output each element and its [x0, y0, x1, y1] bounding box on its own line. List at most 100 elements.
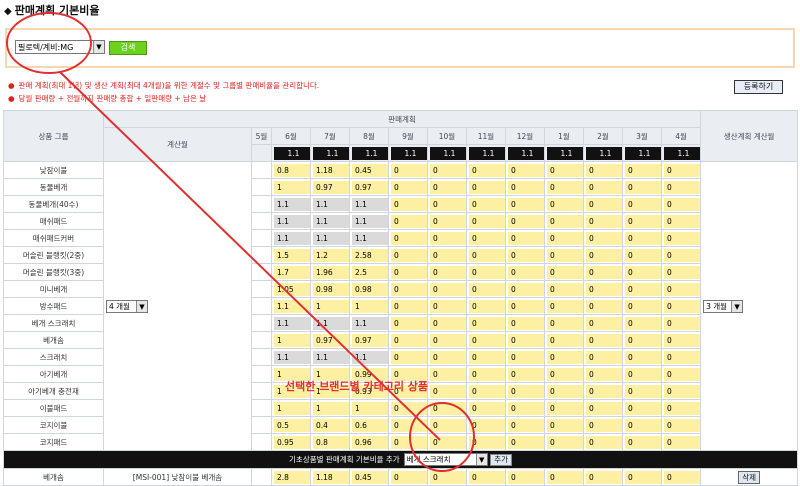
- ratio-input[interactable]: 0: [586, 197, 622, 211]
- ratio-input[interactable]: 1: [352, 299, 388, 313]
- ratio-input[interactable]: 1.1: [352, 197, 388, 211]
- ratio-input[interactable]: 1.1: [508, 146, 544, 160]
- ratio-input[interactable]: 0: [625, 214, 661, 228]
- ratio-input[interactable]: 0: [586, 367, 622, 381]
- ratio-input[interactable]: 0: [430, 163, 466, 177]
- ratio-input[interactable]: 0: [547, 248, 583, 262]
- ratio-input[interactable]: 0: [586, 214, 622, 228]
- ratio-input[interactable]: 1: [274, 180, 310, 194]
- register-button[interactable]: 등록하기: [734, 80, 783, 94]
- ratio-input[interactable]: 0: [469, 180, 505, 194]
- ratio-input[interactable]: 1.1: [274, 146, 310, 160]
- ratio-input[interactable]: 0: [664, 231, 700, 245]
- ratio-input[interactable]: 0: [430, 248, 466, 262]
- ratio-input[interactable]: 0: [625, 282, 661, 296]
- ratio-input[interactable]: 0: [625, 180, 661, 194]
- ratio-input[interactable]: 1.1: [469, 146, 505, 160]
- ratio-input[interactable]: 1: [274, 401, 310, 415]
- ratio-input[interactable]: 1.1: [274, 231, 310, 245]
- ratio-input[interactable]: 0: [508, 231, 544, 245]
- ratio-input[interactable]: 0: [586, 265, 622, 279]
- ratio-input[interactable]: 0: [430, 435, 466, 449]
- ratio-input[interactable]: 1.1: [313, 197, 349, 211]
- ratio-input[interactable]: 0: [508, 299, 544, 313]
- ratio-input[interactable]: 0: [508, 248, 544, 262]
- ratio-input[interactable]: 0: [625, 265, 661, 279]
- ratio-input[interactable]: 0: [586, 418, 622, 432]
- ratio-input[interactable]: 0.95: [274, 435, 310, 449]
- ratio-input[interactable]: 0: [664, 197, 700, 211]
- ratio-input[interactable]: 0.45: [352, 470, 388, 484]
- ratio-input[interactable]: 0: [547, 435, 583, 449]
- ratio-input[interactable]: 1.1: [352, 350, 388, 364]
- ratio-input[interactable]: 0: [430, 265, 466, 279]
- ratio-input[interactable]: 0: [469, 418, 505, 432]
- calc-month-select[interactable]: 4 개월 ▼: [106, 299, 148, 313]
- ratio-input[interactable]: 0.98: [352, 282, 388, 296]
- ratio-input[interactable]: 1.1: [313, 214, 349, 228]
- ratio-input[interactable]: 1.1: [352, 231, 388, 245]
- ratio-input[interactable]: 0: [391, 265, 427, 279]
- ratio-input[interactable]: 0: [391, 163, 427, 177]
- ratio-input[interactable]: 1: [274, 333, 310, 347]
- ratio-input[interactable]: 1.1: [352, 214, 388, 228]
- ratio-input[interactable]: 0: [547, 299, 583, 313]
- ratio-input[interactable]: 0: [664, 214, 700, 228]
- ratio-input[interactable]: 0: [508, 470, 544, 484]
- ratio-input[interactable]: 0: [391, 231, 427, 245]
- ratio-input[interactable]: 0: [508, 214, 544, 228]
- ratio-input[interactable]: 0: [664, 163, 700, 177]
- ratio-input[interactable]: 0: [391, 299, 427, 313]
- ratio-input[interactable]: 0: [586, 163, 622, 177]
- ratio-input[interactable]: 1.1: [586, 146, 622, 160]
- ratio-input[interactable]: 0: [547, 384, 583, 398]
- ratio-input[interactable]: 2.8: [274, 470, 310, 484]
- ratio-input[interactable]: 0: [469, 231, 505, 245]
- ratio-input[interactable]: 0: [469, 299, 505, 313]
- ratio-input[interactable]: 0: [586, 282, 622, 296]
- ratio-input[interactable]: 0: [391, 316, 427, 330]
- ratio-input[interactable]: 0: [430, 367, 466, 381]
- ratio-input[interactable]: 0: [586, 180, 622, 194]
- ratio-input[interactable]: 0: [469, 163, 505, 177]
- brand-select[interactable]: 필로텍/계비:MG ▼: [15, 40, 105, 54]
- ratio-input[interactable]: 1.05: [274, 282, 310, 296]
- ratio-input[interactable]: 0: [586, 401, 622, 415]
- ratio-input[interactable]: 0: [430, 214, 466, 228]
- ratio-input[interactable]: 0: [391, 350, 427, 364]
- ratio-input[interactable]: 1.1: [274, 299, 310, 313]
- ratio-input[interactable]: 1.1: [547, 146, 583, 160]
- ratio-input[interactable]: 1.1: [313, 316, 349, 330]
- ratio-input[interactable]: 0: [430, 333, 466, 347]
- ratio-input[interactable]: 0: [625, 197, 661, 211]
- ratio-input[interactable]: 0: [586, 435, 622, 449]
- ratio-input[interactable]: 0: [430, 470, 466, 484]
- ratio-input[interactable]: 0: [391, 248, 427, 262]
- ratio-input[interactable]: 0: [508, 282, 544, 296]
- ratio-input[interactable]: 0: [508, 401, 544, 415]
- ratio-input[interactable]: 0: [625, 163, 661, 177]
- ratio-input[interactable]: 0: [625, 316, 661, 330]
- ratio-input[interactable]: 0.8: [313, 435, 349, 449]
- ratio-input[interactable]: 1.7: [274, 265, 310, 279]
- ratio-input[interactable]: 0: [625, 435, 661, 449]
- ratio-input[interactable]: 0.97: [313, 180, 349, 194]
- ratio-input[interactable]: 0: [508, 333, 544, 347]
- add-button[interactable]: 추가: [490, 454, 513, 466]
- ratio-input[interactable]: 0: [391, 401, 427, 415]
- ratio-input[interactable]: 0: [508, 367, 544, 381]
- ratio-input[interactable]: 0: [664, 282, 700, 296]
- ratio-input[interactable]: 0: [547, 418, 583, 432]
- ratio-input[interactable]: 0: [469, 470, 505, 484]
- ratio-input[interactable]: 0: [664, 367, 700, 381]
- ratio-input[interactable]: 0: [625, 350, 661, 364]
- ratio-input[interactable]: 0: [469, 316, 505, 330]
- ratio-input[interactable]: 0: [469, 367, 505, 381]
- search-button[interactable]: 검색: [109, 41, 147, 55]
- ratio-input[interactable]: 0.97: [313, 333, 349, 347]
- ratio-input[interactable]: 0: [391, 180, 427, 194]
- ratio-input[interactable]: 0: [664, 470, 700, 484]
- ratio-input[interactable]: 0.45: [352, 163, 388, 177]
- ratio-input[interactable]: 0: [547, 214, 583, 228]
- ratio-input[interactable]: 0: [469, 265, 505, 279]
